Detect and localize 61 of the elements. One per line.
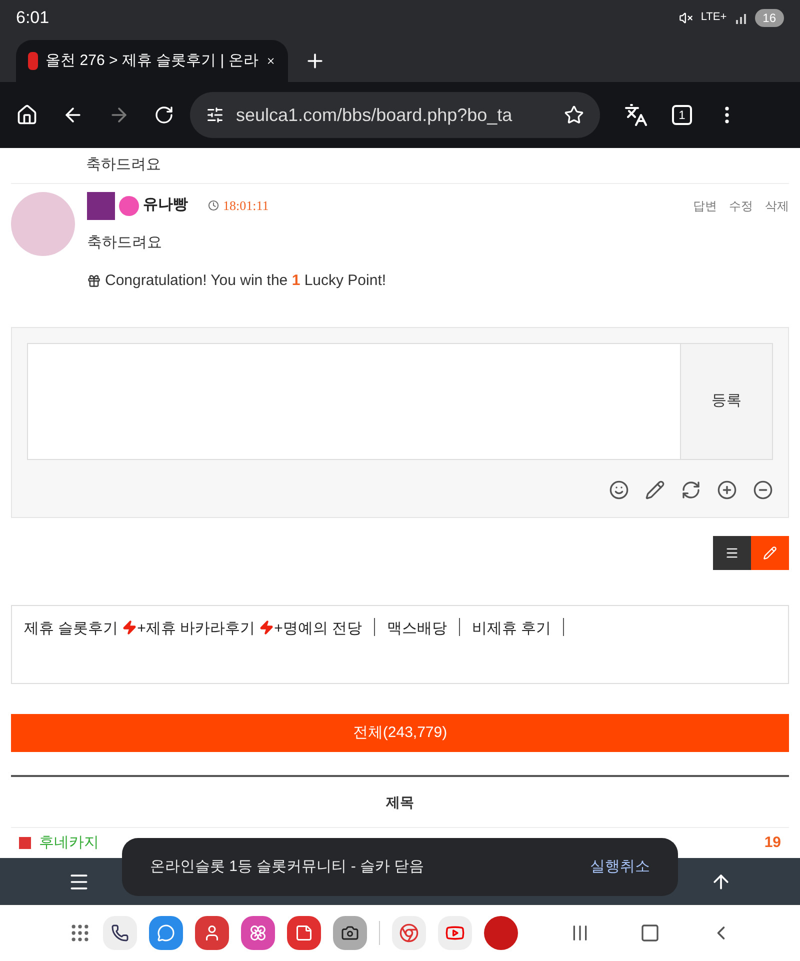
tab-count[interactable]: 1 <box>672 105 692 125</box>
network-label: LTE+ <box>700 10 727 26</box>
category-link[interactable]: 비제휴 후기 <box>472 618 552 641</box>
signal-icon <box>734 12 747 24</box>
category-link[interactable]: +제휴 바카라후기 <box>137 618 256 641</box>
lucky-point-message: Congratulation! You win the 1 Lucky Point! <box>105 271 386 292</box>
home-button-icon[interactable] <box>640 923 660 943</box>
gift-icon <box>87 274 101 288</box>
address-bar[interactable]: seulca1.com/bbs/board.php?bo_ta <box>190 92 600 138</box>
youtube-app-icon[interactable] <box>438 916 472 950</box>
refresh-icon[interactable] <box>681 480 701 500</box>
expand-icon[interactable] <box>717 480 737 500</box>
messages-app-icon[interactable] <box>148 916 182 950</box>
comment-action-link[interactable]: 수정 <box>729 196 753 215</box>
level-badge <box>87 192 115 220</box>
list-icon <box>725 546 739 560</box>
separator-bar <box>563 618 564 636</box>
chrome-app-icon[interactable] <box>392 916 426 950</box>
separator-bar <box>374 618 376 636</box>
camera-app-icon[interactable] <box>332 916 366 950</box>
clock-icon <box>208 200 219 212</box>
contacts-app-icon[interactable] <box>194 916 228 950</box>
round-app-icon[interactable] <box>484 916 518 950</box>
gallery-app-icon[interactable] <box>240 916 274 950</box>
post-title: 후네카지 <box>39 832 99 853</box>
author-name: 유나빵 <box>143 195 188 216</box>
pencil-icon[interactable] <box>645 480 665 500</box>
comment-time: 18:01:11 <box>223 196 269 215</box>
shrink-icon[interactable] <box>753 480 773 500</box>
comment-action-link[interactable]: 삭제 <box>765 196 789 215</box>
comment-count: 19 <box>764 832 781 853</box>
lightning-icon <box>259 620 274 636</box>
translate-icon[interactable] <box>624 103 648 127</box>
comment-text: 축하드려요 <box>86 155 161 176</box>
url-text: seulca1.com/bbs/board.php?bo_ta <box>236 104 512 127</box>
site-favicon <box>28 52 38 70</box>
browser-tab[interactable]: 올천 276 > 제휴 슬롯후기 | 온라 <box>16 40 288 82</box>
column-header: 제목 <box>386 792 414 812</box>
phone-app-icon[interactable] <box>102 916 136 950</box>
site-settings-icon[interactable] <box>206 106 224 124</box>
battery-indicator: 16 <box>754 8 784 26</box>
category-link[interactable]: 제휴 슬롯후기 <box>24 618 118 641</box>
bookmark-star-icon[interactable] <box>564 105 584 125</box>
comment-action-link[interactable]: 답변 <box>693 196 717 215</box>
status-time: 6:01 <box>16 6 50 29</box>
pencil-icon <box>763 546 777 560</box>
comment-text: 축하드려요 <box>87 232 163 253</box>
reload-icon[interactable] <box>154 105 174 125</box>
separator-bar <box>459 618 460 636</box>
notes-app-icon[interactable] <box>286 916 320 950</box>
list-button[interactable] <box>713 536 751 570</box>
mail-icon <box>19 837 31 850</box>
category-link[interactable]: 맥스배당 <box>387 618 448 641</box>
toast-message: 온라인슬롯 1등 슬롯커뮤니티 - 슬카 닫음 <box>150 856 424 877</box>
lightning-icon <box>122 620 138 636</box>
tab-title: 올천 276 > 제휴 슬롯후기 | 온라 <box>46 50 258 71</box>
emoji-icon[interactable] <box>609 480 629 500</box>
home-icon[interactable] <box>16 104 38 126</box>
undo-button[interactable]: 실행취소 <box>590 856 650 878</box>
category-link[interactable]: +명예의 전당 <box>274 618 362 641</box>
mute-icon <box>678 10 693 24</box>
